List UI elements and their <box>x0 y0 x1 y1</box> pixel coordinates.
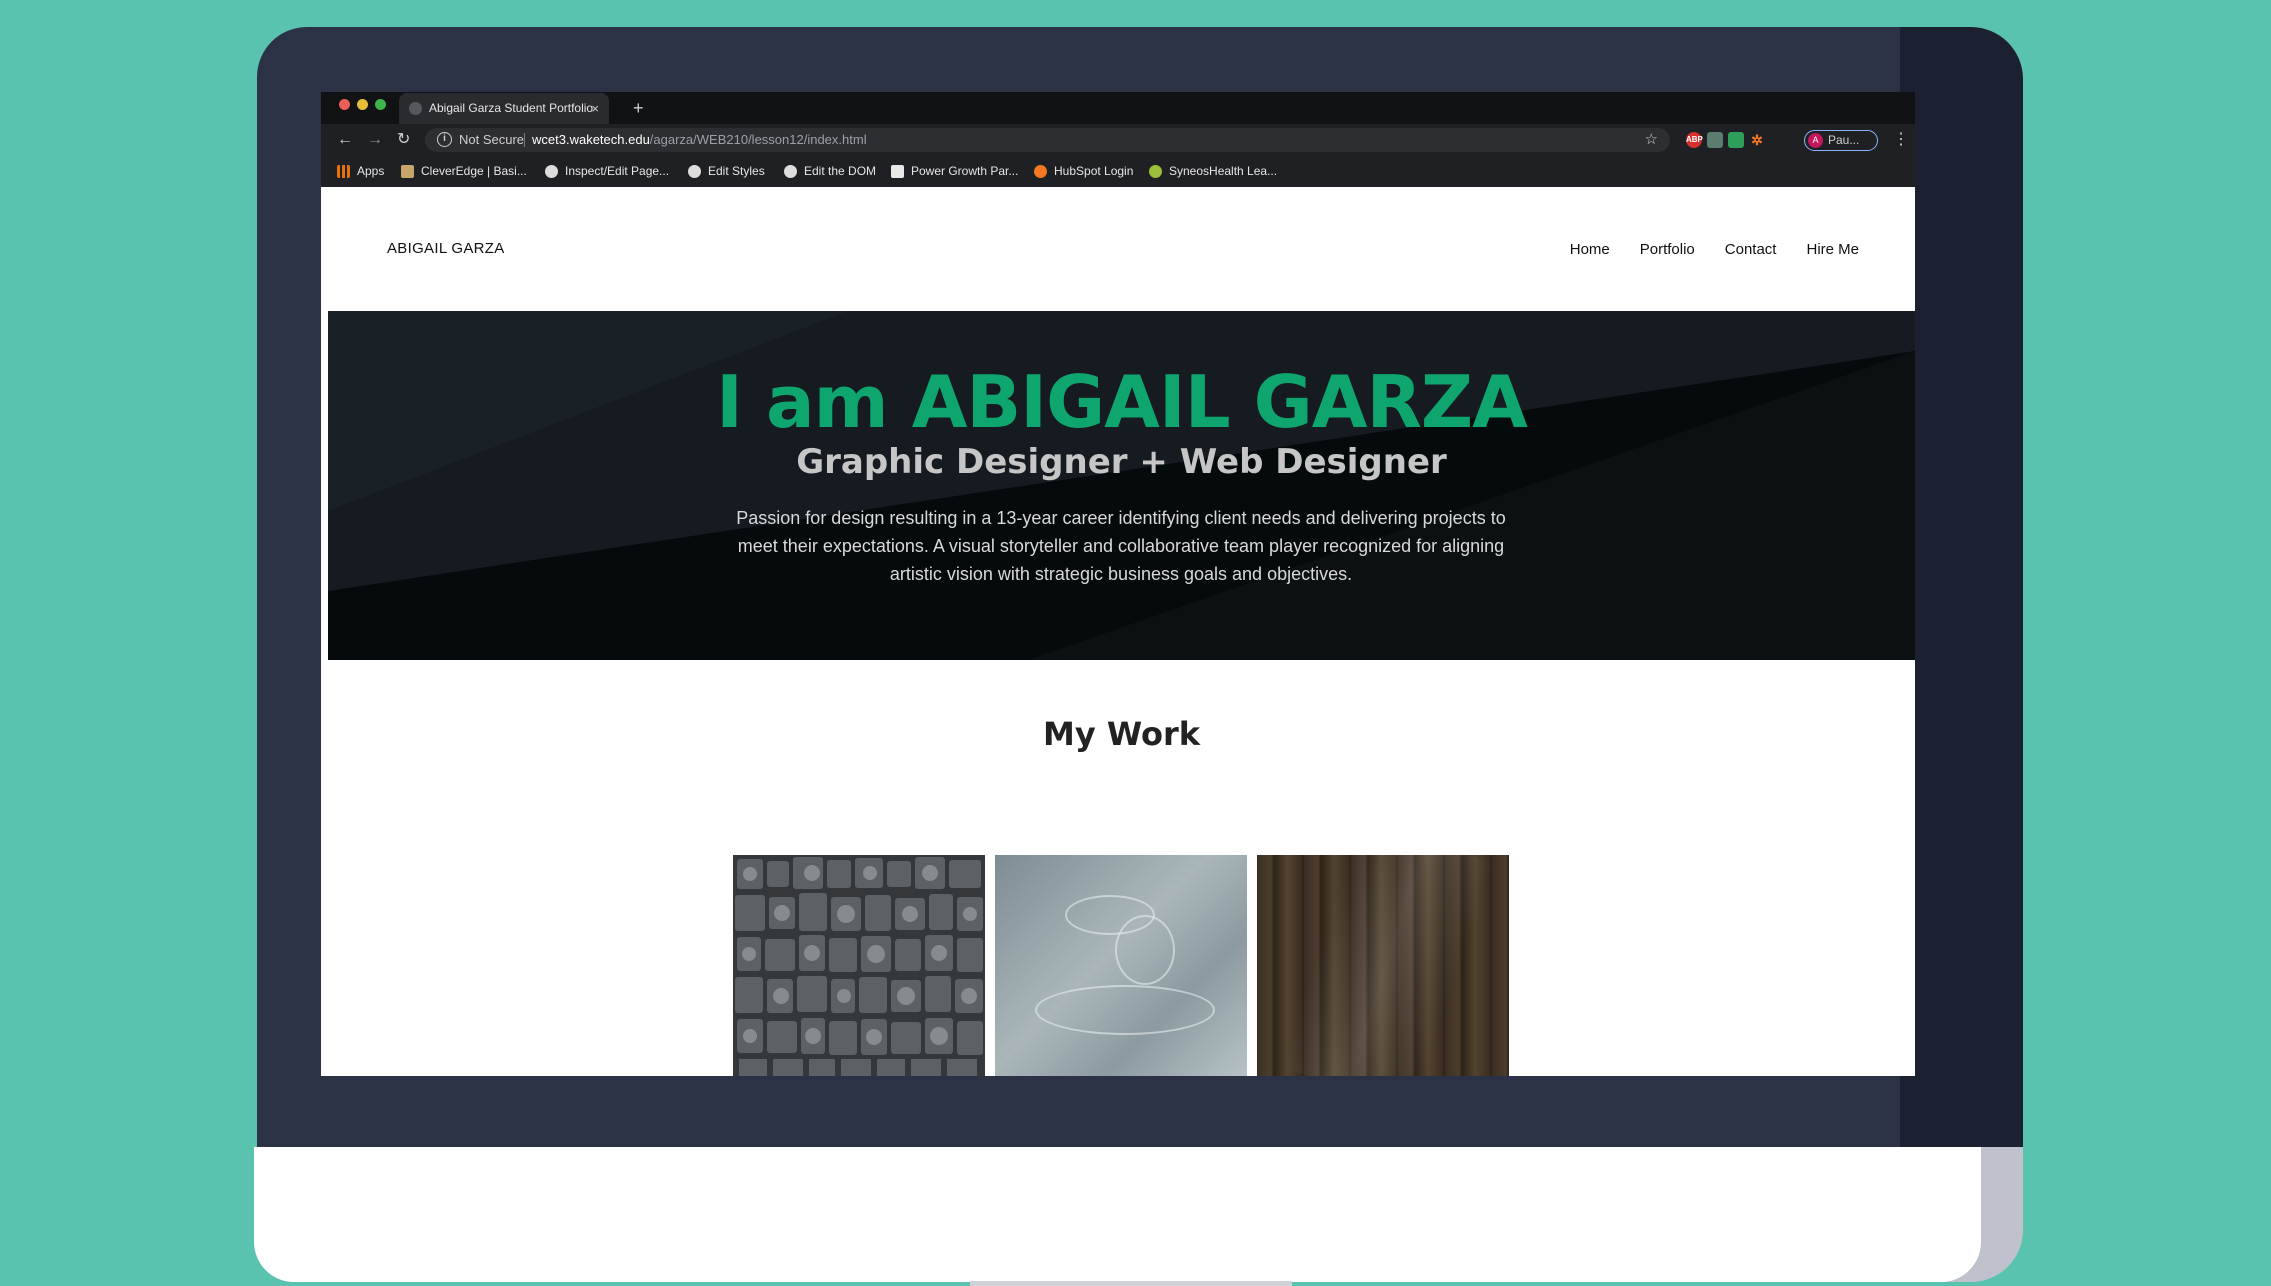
my-work-heading: My Work <box>1042 715 1201 753</box>
adblock-extension-icon[interactable]: ABP <box>1686 132 1703 148</box>
letterpress-image <box>733 855 985 1076</box>
portfolio-thumbnail-wood[interactable] <box>1257 855 1509 1076</box>
url-path: /agarza/WEB210/lesson12/index.html <box>649 132 867 147</box>
nav-contact[interactable]: Contact <box>1725 241 1777 258</box>
bookmark-edit-styles[interactable]: Edit Styles <box>688 156 765 187</box>
bookmark-label: Edit the DOM <box>804 164 877 178</box>
url-host: wcet3.waketech.edu <box>532 132 650 147</box>
bookmark-cleveredge[interactable]: CleverEdge | Basi... <box>401 156 527 187</box>
browser-tab[interactable]: Abigail Garza Student Portfolio × <box>399 93 609 124</box>
browser-chrome: Abigail Garza Student Portfolio × + ← → … <box>321 92 1915 187</box>
bookmarks-bar: Apps CleverEdge | Basi... Inspect/Edit P… <box>321 156 1915 187</box>
hero-title: I am ABIGAIL GARZA <box>716 360 1528 444</box>
bookmark-label: CleverEdge | Basi... <box>421 164 527 178</box>
address-bar[interactable]: i Not Secure wcet3.waketech.edu/agarza/W… <box>425 128 1670 152</box>
profile-button[interactable]: A Pau... <box>1804 130 1878 151</box>
bookmark-label: SyneosHealth Lea... <box>1169 164 1278 178</box>
nav-home[interactable]: Home <box>1570 241 1610 258</box>
bookmarklet-icon <box>784 165 797 179</box>
bookmark-inspect-edit[interactable]: Inspect/Edit Page... <box>545 156 669 187</box>
web-page: ABIGAIL GARZA Home Portfolio Contact Hir… <box>328 187 1915 1076</box>
forward-button[interactable]: → <box>367 128 383 152</box>
hubspot-icon <box>1034 165 1047 179</box>
security-label[interactable]: Not Secure <box>459 128 524 152</box>
bookmark-label: Inspect/Edit Page... <box>565 164 670 178</box>
info-icon[interactable]: i <box>437 132 452 147</box>
monitor-screen: Abigail Garza Student Portfolio × + ← → … <box>321 92 1915 1076</box>
browser-menu-icon[interactable]: ⋮ <box>1893 128 1909 152</box>
bookmark-hubspot[interactable]: HubSpot Login <box>1034 156 1133 187</box>
monitor-stand-line <box>970 1281 1292 1286</box>
bookmarklet-icon <box>688 165 701 179</box>
back-button[interactable]: ← <box>337 128 353 152</box>
site-header: ABIGAIL GARZA Home Portfolio Contact Hir… <box>328 187 1915 311</box>
texture-mark <box>1115 915 1175 985</box>
hero-subtitle: Graphic Designer + Web Designer <box>796 442 1447 482</box>
hero-section: I am ABIGAIL GARZA Graphic Designer + We… <box>328 311 1915 660</box>
new-tab-button[interactable]: + <box>633 94 644 122</box>
bookmark-label: Edit Styles <box>708 164 765 178</box>
bookmarklet-icon <box>545 165 558 179</box>
address-divider <box>524 133 525 147</box>
close-window-button[interactable] <box>339 99 350 110</box>
bookmark-label: HubSpot Login <box>1054 164 1134 178</box>
syneos-icon <box>1149 165 1162 179</box>
bookmark-label: Power Growth Par... <box>911 164 1019 178</box>
nav-hire-me[interactable]: Hire Me <box>1806 241 1859 258</box>
texture-mark <box>1035 985 1215 1035</box>
site-nav: Home Portfolio Contact Hire Me <box>1570 187 1859 311</box>
site-logo[interactable]: ABIGAIL GARZA <box>387 187 505 311</box>
hubspot-extension-icon[interactable]: ✲ <box>1749 132 1765 148</box>
cleveredge-icon <box>401 165 414 179</box>
portfolio-thumbnail-letterpress[interactable] <box>733 855 985 1076</box>
monitor-chin <box>254 1147 1981 1282</box>
bookmark-edit-dom[interactable]: Edit the DOM <box>784 156 876 187</box>
monitor-side-shadow <box>1900 27 2023 1147</box>
wood-light-streak <box>1280 855 1494 1076</box>
tab-title: Abigail Garza Student Portfolio <box>429 101 594 115</box>
extension-icon-2[interactable] <box>1707 132 1723 148</box>
profile-name: Pau... <box>1828 133 1860 147</box>
bookmark-power-growth[interactable]: Power Growth Par... <box>891 156 1018 187</box>
bookmark-syneos[interactable]: SyneosHealth Lea... <box>1149 156 1277 187</box>
apps-grid-icon <box>337 165 350 179</box>
minimize-window-button[interactable] <box>357 99 368 110</box>
url-text[interactable]: wcet3.waketech.edu/agarza/WEB210/lesson1… <box>532 128 867 152</box>
maximize-window-button[interactable] <box>375 99 386 110</box>
reload-button[interactable]: ↻ <box>397 128 410 152</box>
tab-favicon-icon <box>409 102 422 115</box>
bookmark-label: Apps <box>357 164 385 178</box>
navigation-bar: ← → ↻ i Not Secure wcet3.waketech.edu/ag… <box>321 124 1915 156</box>
bookmark-star-icon[interactable]: ☆ <box>1645 128 1658 152</box>
avatar: A <box>1808 133 1823 148</box>
nav-portfolio[interactable]: Portfolio <box>1640 241 1695 258</box>
portfolio-thumbnail-concrete[interactable] <box>995 855 1247 1076</box>
extension-icon-3[interactable] <box>1728 132 1744 148</box>
hero-description: Passion for design resulting in a 13-yea… <box>736 508 1506 584</box>
power-growth-icon <box>891 165 904 179</box>
tab-close-icon[interactable]: × <box>591 93 599 124</box>
tab-bar: Abigail Garza Student Portfolio × + <box>321 92 1915 124</box>
bookmark-apps[interactable]: Apps <box>337 156 384 187</box>
